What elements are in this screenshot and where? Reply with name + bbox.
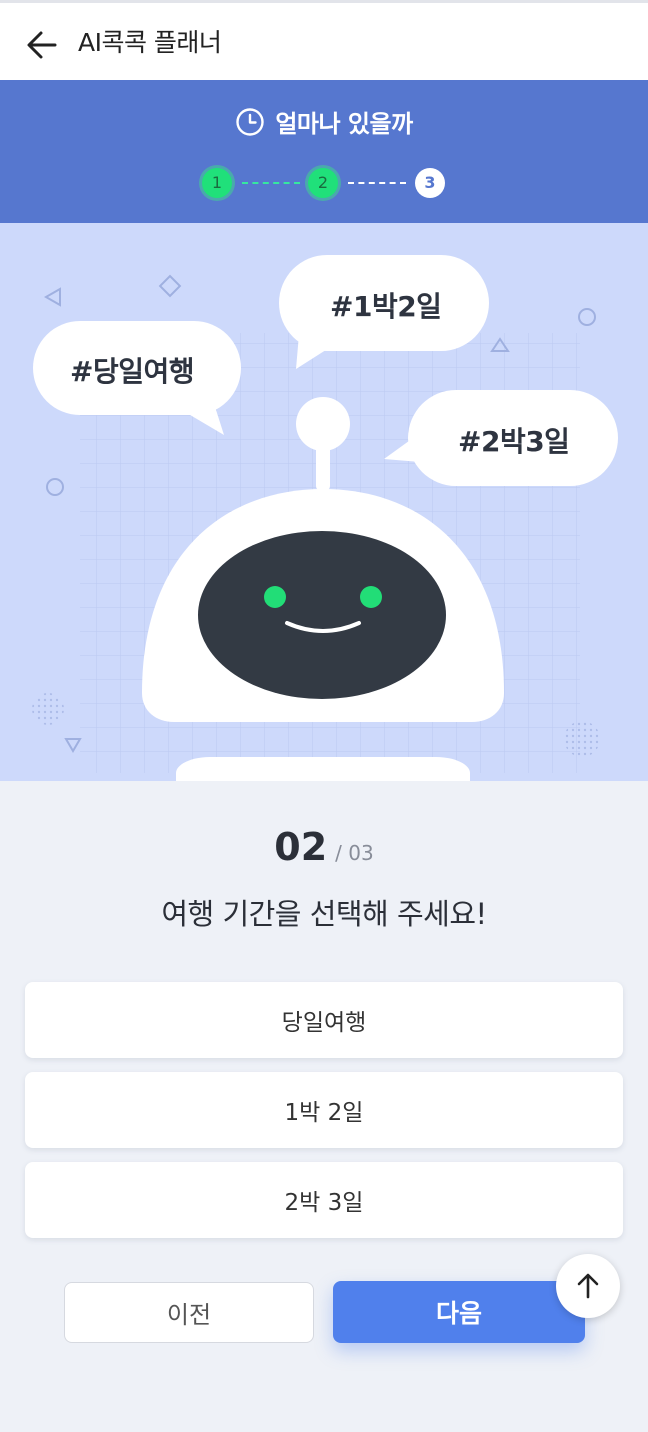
total-question-number: / 03 bbox=[335, 841, 374, 865]
page-title: AI콕콕 플래너 bbox=[78, 28, 222, 57]
prev-button-label: 이전 bbox=[166, 1301, 212, 1329]
step-2-dot: 2 bbox=[308, 168, 338, 198]
step-progress-bar: 얼마나 있을까 1 2 3 bbox=[0, 80, 648, 223]
app-header: AI콕콕 플래너 bbox=[0, 0, 648, 80]
next-button-label: 다음 bbox=[435, 1299, 482, 1328]
step-1-dot: 1 bbox=[202, 168, 232, 198]
prev-button[interactable]: 이전 bbox=[64, 1282, 314, 1343]
robot-illustration-art bbox=[32, 255, 618, 781]
question-counter: 02 / 03 bbox=[0, 825, 648, 869]
bubble-day-trip-text: #당일여행 bbox=[70, 355, 195, 388]
option-label: 당일여행 bbox=[281, 1010, 367, 1036]
back-button[interactable] bbox=[22, 25, 62, 65]
step-indicator: 1 2 3 bbox=[0, 168, 648, 198]
bubble-2night-text: #2박3일 bbox=[458, 425, 570, 458]
option-label: 1박 2일 bbox=[284, 1100, 364, 1126]
question-text: 여행 기간을 선택해 주세요! bbox=[161, 897, 487, 931]
step-connector bbox=[348, 182, 406, 184]
robot-illustration: #당일여행 #1박2일 #2박3일 bbox=[0, 223, 648, 781]
option-day-trip[interactable]: 당일여행 bbox=[25, 982, 623, 1058]
step-title: 얼마나 있을까 bbox=[0, 104, 648, 139]
next-button[interactable]: 다음 bbox=[333, 1281, 585, 1343]
step-title-label: 얼마나 있을까 bbox=[275, 110, 413, 138]
step-3-dot: 3 bbox=[415, 168, 445, 198]
arrow-up-icon bbox=[577, 1273, 599, 1299]
clock-icon bbox=[236, 107, 265, 136]
scroll-top-button[interactable] bbox=[556, 1254, 620, 1318]
option-2nights-3days[interactable]: 2박 3일 bbox=[25, 1162, 623, 1238]
option-1night-2days[interactable]: 1박 2일 bbox=[25, 1072, 623, 1148]
bubble-1night-text: #1박2일 bbox=[330, 290, 442, 323]
option-label: 2박 3일 bbox=[284, 1190, 364, 1216]
arrow-left-icon bbox=[27, 31, 57, 59]
step-connector bbox=[242, 182, 300, 184]
current-question-number: 02 bbox=[274, 825, 328, 869]
